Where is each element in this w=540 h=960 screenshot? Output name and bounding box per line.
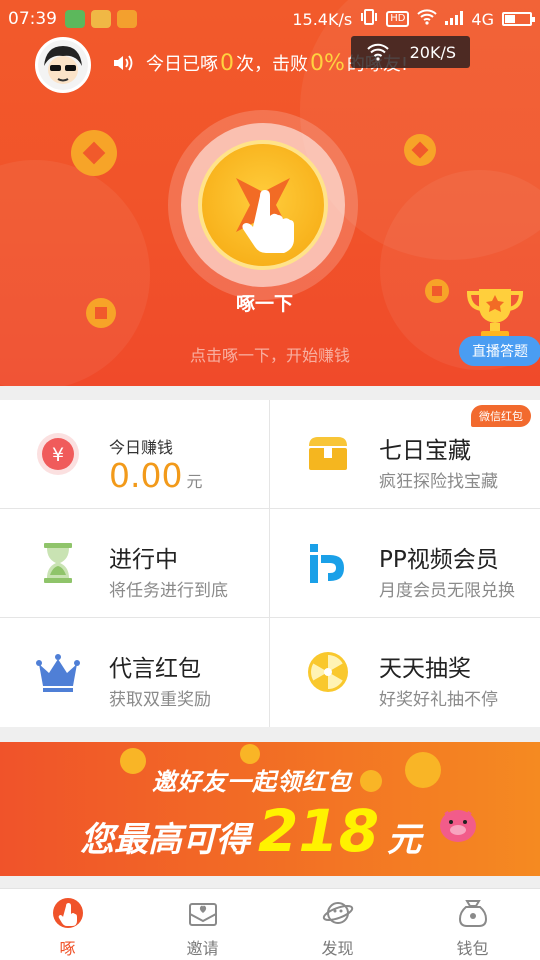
coin-icon xyxy=(120,748,146,774)
nav-label: 邀请 xyxy=(186,939,219,958)
svg-text:¥: ¥ xyxy=(52,444,64,466)
trophy-icon xyxy=(466,289,524,339)
earnings-amount: 0.00 xyxy=(109,456,183,495)
coin-icon xyxy=(360,770,382,792)
overlay-speed-value: 20K/S xyxy=(409,42,456,62)
app-notification-icon xyxy=(117,10,137,28)
endorse-redpacket-card[interactable]: 代言红包 获取双重奖励 xyxy=(0,618,269,726)
wallet-bag-icon xyxy=(458,900,488,927)
peck-count: 0 xyxy=(220,50,234,76)
nav-discover[interactable]: 发现 xyxy=(270,889,405,960)
peck-label: 啄一下 xyxy=(236,293,294,315)
coin-icon xyxy=(86,298,116,328)
lottery-subtitle: 好奖好礼抽不停 xyxy=(379,690,498,710)
coin-icon xyxy=(240,744,260,764)
in-progress-card[interactable]: 进行中 将任务进行到底 xyxy=(0,509,269,617)
clock: 07:39 xyxy=(8,9,57,29)
endorse-subtitle: 获取双重奖励 xyxy=(109,690,211,710)
announcement-prefix: 今日已啄 xyxy=(146,54,218,75)
nav-label: 钱包 xyxy=(456,939,489,958)
lottery-wheel-icon xyxy=(308,652,348,692)
wechat-redpacket-badge: 微信红包 xyxy=(471,405,531,427)
wifi-icon xyxy=(417,9,438,29)
tap-hand-icon xyxy=(236,178,294,253)
banner-headline: 邀好友一起领红包 xyxy=(152,768,352,796)
earnings-unit: 元 xyxy=(186,472,203,491)
coin-icon xyxy=(404,134,436,166)
lottery-title: 天天抽奖 xyxy=(379,656,471,682)
banner-reward-unit: 元 xyxy=(387,820,422,860)
endorse-title: 代言红包 xyxy=(109,656,201,682)
banner-reward-prefix: 您最高可得 xyxy=(80,820,250,860)
coin-icon xyxy=(425,279,449,303)
nav-label: 发现 xyxy=(321,939,354,958)
net-speed-overlay: 20K/S xyxy=(351,36,470,68)
earnings-label: 今日赚钱 xyxy=(109,438,174,457)
app-notification-icon xyxy=(91,10,111,28)
peck-nav-icon xyxy=(53,898,83,928)
daily-lottery-card[interactable]: 天天抽奖 好奖好礼抽不停 xyxy=(270,618,539,726)
earnings-amount-row: 0.00 元 xyxy=(109,456,203,495)
status-bar: 07:39 15.4K/s HD 4G xyxy=(0,0,540,38)
pp-video-vip-card[interactable]: PP视频会员 月度会员无限兑换 xyxy=(270,509,539,617)
invite-friends-banner[interactable]: 邀好友一起领红包 您最高可得 218 元 xyxy=(0,742,540,876)
avatar[interactable] xyxy=(35,37,91,93)
today-earnings-card[interactable]: ¥ 今日赚钱 0.00 元 xyxy=(0,400,269,508)
crown-icon xyxy=(36,654,80,692)
pp-video-subtitle: 月度会员无限兑换 xyxy=(379,581,515,601)
grid-divider xyxy=(0,508,540,509)
battery-icon xyxy=(502,12,535,26)
grid-divider xyxy=(0,617,540,618)
bottom-navigation: 啄 邀请 发现 钱包 xyxy=(0,888,540,960)
in-progress-subtitle: 将任务进行到底 xyxy=(109,581,228,601)
nav-invite[interactable]: 邀请 xyxy=(135,889,270,960)
pig-mascot-icon xyxy=(440,810,476,842)
treasure-title: 七日宝藏 xyxy=(379,438,471,464)
invite-envelope-icon xyxy=(189,903,217,926)
pp-video-title: PP视频会员 xyxy=(379,547,499,573)
live-quiz-button[interactable]: 直播答题 xyxy=(459,336,540,366)
hourglass-icon xyxy=(44,543,72,583)
nav-label: 啄 xyxy=(59,939,76,958)
beat-percent: 0% xyxy=(310,50,345,76)
yen-coin-icon: ¥ xyxy=(37,433,79,475)
coin-icon xyxy=(405,752,441,788)
coin-icon xyxy=(71,130,117,176)
hero-panel: 07:39 15.4K/s HD 4G 今日已啄 0 次，击败 0% 20K/S… xyxy=(0,0,540,386)
banner-reward-amount: 218 xyxy=(258,797,380,865)
grid-divider xyxy=(269,400,270,727)
pp-video-logo-icon xyxy=(310,544,344,583)
announcement-middle: 次，击败 xyxy=(236,54,308,75)
nav-peck[interactable]: 啄 xyxy=(0,889,135,960)
discover-planet-icon xyxy=(322,902,354,924)
speaker-icon xyxy=(114,55,133,71)
net-speed: 15.4K/s xyxy=(292,9,353,29)
peck-button[interactable] xyxy=(168,110,358,300)
nav-wallet[interactable]: 钱包 xyxy=(405,889,540,960)
treasure-subtitle: 疯狂探险找宝藏 xyxy=(379,472,498,492)
feature-grid: ¥ 今日赚钱 0.00 元 七日宝藏 疯狂探险找宝藏 微信红包 进行中 将任务进行… xyxy=(0,400,540,727)
signal-icon xyxy=(445,10,464,29)
banner-reward-line: 您最高可得 218 元 xyxy=(80,797,422,865)
network-type: 4G xyxy=(471,9,494,29)
hd-icon: HD xyxy=(386,11,410,27)
treasure-chest-icon xyxy=(309,437,347,470)
wechat-notification-icon xyxy=(65,10,85,28)
seven-day-treasure-card[interactable]: 七日宝藏 疯狂探险找宝藏 微信红包 xyxy=(270,400,539,508)
in-progress-title: 进行中 xyxy=(109,547,178,573)
wifi-icon xyxy=(367,43,389,61)
vibrate-icon xyxy=(360,9,378,29)
